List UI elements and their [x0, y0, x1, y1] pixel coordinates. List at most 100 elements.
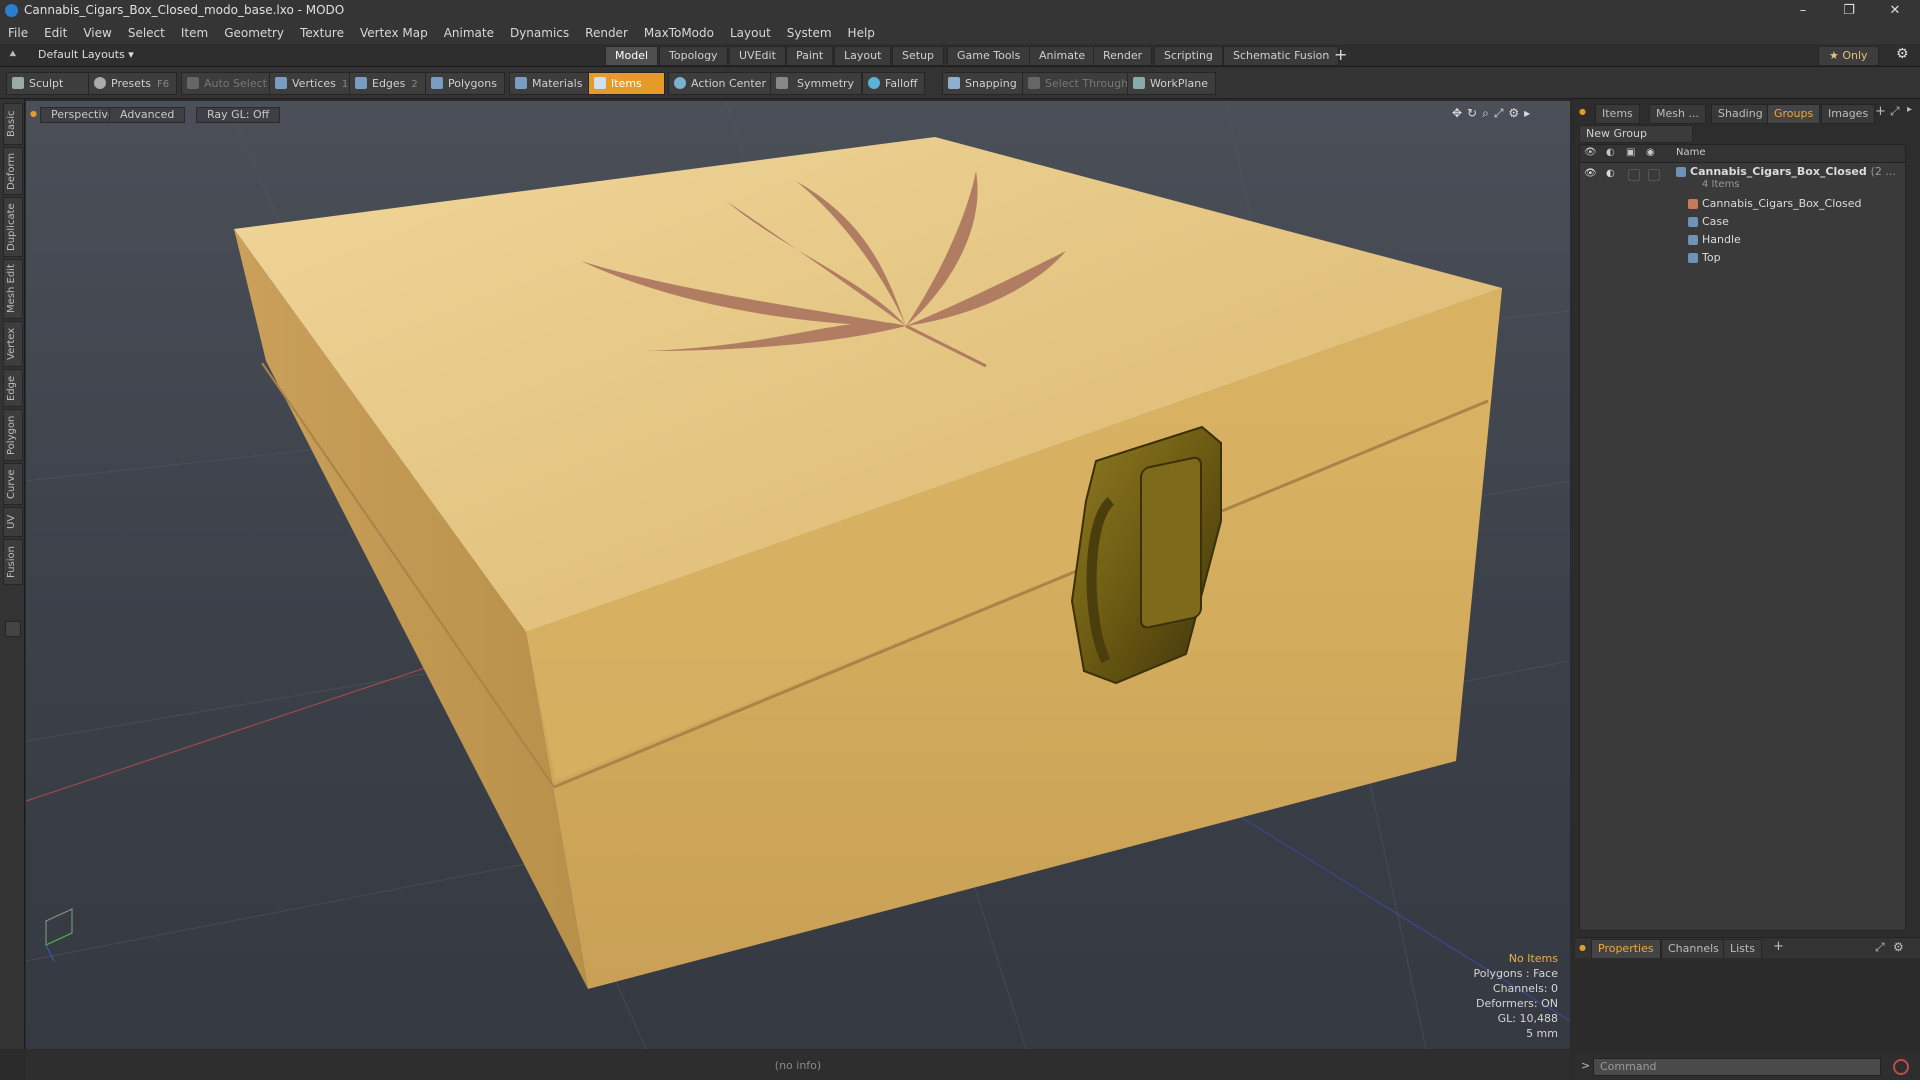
- polygons-button[interactable]: Polygons: [425, 72, 505, 95]
- add-panel-tab-button[interactable]: +: [1875, 104, 1886, 119]
- presets-button[interactable]: Presets F6: [88, 72, 178, 95]
- advanced-button[interactable]: Advanced: [109, 107, 186, 123]
- panel-menu-icon[interactable]: ●: [1579, 107, 1586, 116]
- tab-topology[interactable]: Topology: [659, 46, 728, 66]
- menu-view[interactable]: View: [75, 22, 119, 44]
- menu-animate[interactable]: Animate: [436, 22, 502, 44]
- tab-animate[interactable]: Animate: [1029, 46, 1096, 66]
- edges-button[interactable]: Edges 2: [349, 72, 426, 95]
- viewport-nav-icons[interactable]: ✥↻⌕⤢⚙▸: [1452, 106, 1535, 121]
- render-toggle-icon[interactable]: ◐: [1606, 165, 1615, 182]
- workplane-button[interactable]: WorkPlane: [1127, 72, 1217, 95]
- list-item[interactable]: Case: [1688, 213, 1729, 230]
- tab-shading[interactable]: Shading: [1711, 104, 1770, 124]
- layout-collapse-icon[interactable]: ⯅: [8, 47, 18, 62]
- menu-select[interactable]: Select: [120, 22, 173, 44]
- vtab-vertex[interactable]: Vertex: [3, 321, 23, 367]
- menu-file[interactable]: File: [0, 22, 36, 44]
- tab-render[interactable]: Render: [1093, 46, 1153, 66]
- command-input[interactable]: Command: [1593, 1058, 1881, 1076]
- tab-groups[interactable]: Groups: [1767, 104, 1821, 124]
- brush-icon: [12, 77, 24, 89]
- menu-system[interactable]: System: [779, 22, 840, 44]
- vtab-deform[interactable]: Deform: [3, 147, 23, 195]
- vtab-duplicate[interactable]: Duplicate: [3, 197, 23, 257]
- vtab-curve[interactable]: Curve: [3, 463, 23, 505]
- properties-menu-icon[interactable]: ●: [1579, 943, 1586, 952]
- tab-uvedit[interactable]: UVEdit: [729, 46, 786, 66]
- vtab-edge[interactable]: Edge: [3, 369, 23, 407]
- vtab-uv[interactable]: UV: [3, 507, 23, 537]
- tab-mesh[interactable]: Mesh ...: [1649, 104, 1706, 124]
- add-properties-tab-button[interactable]: +: [1773, 939, 1784, 954]
- visibility-column-icon[interactable]: 👁: [1584, 147, 1597, 158]
- menu-render[interactable]: Render: [577, 22, 636, 44]
- tab-channels[interactable]: Channels: [1661, 939, 1726, 959]
- close-button[interactable]: ✕: [1872, 0, 1918, 22]
- tab-layout[interactable]: Layout: [834, 46, 892, 66]
- menu-layout[interactable]: Layout: [722, 22, 779, 44]
- menu-maxtomodo[interactable]: MaxToModo: [636, 22, 722, 44]
- gear-icon[interactable]: ⚙: [1896, 46, 1909, 62]
- falloff-button[interactable]: Falloff: [862, 72, 926, 95]
- restore-button[interactable]: ❐: [1826, 0, 1872, 22]
- tab-images[interactable]: Images: [1821, 104, 1876, 124]
- only-toggle[interactable]: ★ Only: [1818, 46, 1879, 66]
- tab-setup[interactable]: Setup: [892, 46, 945, 66]
- symmetry-button[interactable]: Symmetry: [770, 72, 863, 95]
- list-item[interactable]: Cannabis_Cigars_Box_Closed: [1688, 195, 1861, 212]
- auto-select-button[interactable]: Auto Select: [181, 72, 275, 95]
- minimize-button[interactable]: –: [1780, 0, 1826, 22]
- snapping-button[interactable]: Snapping: [942, 72, 1025, 95]
- select-column-icon[interactable]: ◉: [1646, 147, 1655, 158]
- viewport-menu-icon[interactable]: ●: [30, 109, 37, 118]
- menu-geometry[interactable]: Geometry: [216, 22, 292, 44]
- properties-gear-icon[interactable]: ⚙: [1893, 940, 1904, 954]
- expand-icon[interactable]: ⤢: [1890, 104, 1900, 119]
- vtab-fusion[interactable]: Fusion: [3, 539, 23, 585]
- list-item[interactable]: Handle: [1688, 231, 1741, 248]
- tab-lists[interactable]: Lists: [1723, 939, 1762, 959]
- render-column-icon[interactable]: ◐: [1606, 147, 1615, 158]
- items-button[interactable]: Items: [588, 72, 665, 95]
- select-through-button[interactable]: Select Through: [1022, 72, 1137, 95]
- tab-game-tools[interactable]: Game Tools: [947, 46, 1031, 66]
- menu-vertex-map[interactable]: Vertex Map: [352, 22, 436, 44]
- vtab-mesh-edit[interactable]: Mesh Edit: [3, 259, 23, 319]
- eye-icon[interactable]: 👁: [1584, 165, 1597, 182]
- tab-properties[interactable]: Properties: [1591, 939, 1661, 959]
- list-item[interactable]: Top: [1688, 249, 1721, 266]
- panel-toggle-icon[interactable]: [5, 621, 21, 637]
- menu-dynamics[interactable]: Dynamics: [502, 22, 577, 44]
- tab-paint[interactable]: Paint: [786, 46, 834, 66]
- groups-list-body: 👁 ◐ Cannabis_Cigars_Box_Closed (2 ... 4 …: [1580, 163, 1905, 930]
- 3d-viewport[interactable]: ● Perspective Advanced Ray GL: Off ✥↻⌕⤢⚙…: [26, 101, 1570, 1049]
- tab-model[interactable]: Model: [605, 46, 659, 66]
- lock-column-icon[interactable]: ▣: [1626, 147, 1635, 158]
- tab-schematic-fusion[interactable]: Schematic Fusion: [1223, 46, 1340, 66]
- tool-bar: Sculpt Presets F6 Auto Select Vertices 1 E…: [0, 67, 1920, 99]
- tab-items[interactable]: Items: [1595, 104, 1640, 124]
- materials-button[interactable]: Materials: [509, 72, 591, 95]
- add-tab-button[interactable]: +: [1334, 45, 1347, 64]
- menu-edit[interactable]: Edit: [36, 22, 75, 44]
- tab-scripting[interactable]: Scripting: [1154, 46, 1223, 66]
- properties-expand-icon[interactable]: ⤢: [1875, 940, 1885, 955]
- vertices-button[interactable]: Vertices 1: [269, 72, 357, 95]
- layout-dropdown[interactable]: Default Layouts ▾: [38, 48, 134, 61]
- raygl-button[interactable]: Ray GL: Off: [196, 107, 281, 123]
- menu-item[interactable]: Item: [173, 22, 216, 44]
- command-stop-icon[interactable]: [1893, 1059, 1909, 1075]
- group-icon: [1676, 167, 1686, 177]
- menu-help[interactable]: Help: [840, 22, 883, 44]
- menu-texture[interactable]: Texture: [292, 22, 352, 44]
- lock-checkbox[interactable]: [1628, 169, 1640, 181]
- vtab-basic[interactable]: Basic: [3, 103, 23, 145]
- new-group-button[interactable]: New Group: [1579, 125, 1693, 143]
- vtab-polygon[interactable]: Polygon: [3, 409, 23, 461]
- select-checkbox[interactable]: [1648, 169, 1660, 181]
- select-through-icon: [1028, 77, 1040, 89]
- sculpt-button[interactable]: Sculpt: [6, 72, 89, 95]
- action-center-button[interactable]: Action Center: [668, 72, 774, 95]
- chevron-right-icon[interactable]: ▸: [1907, 104, 1912, 115]
